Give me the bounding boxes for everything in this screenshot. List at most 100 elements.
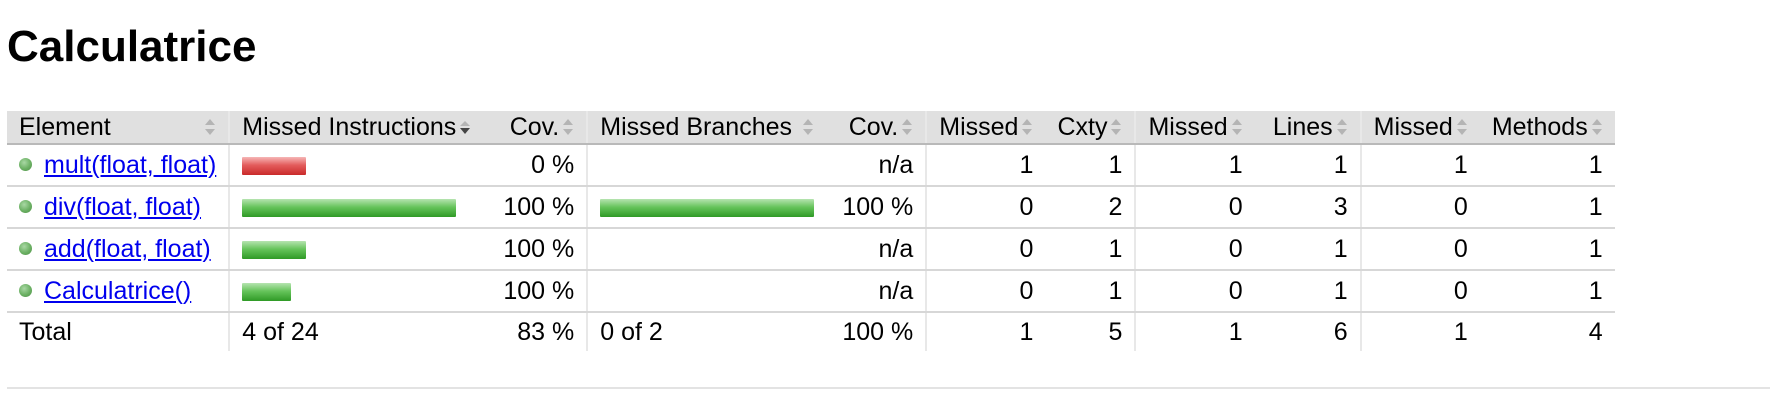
coverage-table: Element Missed Instructions Cov. Missed … xyxy=(7,111,1615,351)
total-missed-lines: 1 xyxy=(1134,312,1255,351)
header-element[interactable]: Element xyxy=(7,111,230,145)
header-cov-instructions[interactable]: Cov. xyxy=(483,111,588,145)
method-link[interactable]: div(float, float) xyxy=(44,193,201,221)
missed-lines: 0 xyxy=(1134,270,1255,313)
instructions-bar-cell xyxy=(228,144,484,187)
instructions-coverage-bar xyxy=(242,240,307,259)
missed-lines: 1 xyxy=(1134,144,1255,187)
method-link[interactable]: add(float, float) xyxy=(44,235,211,263)
header-cxty[interactable]: Cxty xyxy=(1045,111,1136,145)
branches-bar-cell xyxy=(586,228,827,271)
method-bullet-icon xyxy=(19,200,32,214)
cxty: 1 xyxy=(1045,228,1136,271)
method-bullet-icon xyxy=(19,242,32,256)
header-missed-cxty-label: Missed xyxy=(939,112,1019,141)
sort-arrows-icon xyxy=(1591,119,1602,135)
missed-cxty: 0 xyxy=(925,228,1046,271)
header-lines-label: Lines xyxy=(1272,112,1333,141)
method-bullet-icon xyxy=(19,284,32,298)
header-missed-branches-label: Missed Branches xyxy=(600,112,792,141)
sort-arrows-icon xyxy=(902,119,913,135)
total-cxty: 5 xyxy=(1108,317,1123,346)
header-missed-methods-label: Missed xyxy=(1373,112,1453,141)
table-row: div(float, float) 100 % 100 % 0 2 0 3 0 1 xyxy=(7,186,1615,229)
table-row: mult(float, float) 0 % n/a 1 1 1 1 1 1 xyxy=(7,144,1615,187)
element-cell: add(float, float) xyxy=(7,228,230,271)
cxty: 1 xyxy=(1045,144,1136,187)
missed-methods: 0 xyxy=(1359,270,1480,313)
instructions-bar-cell xyxy=(228,228,484,271)
missed-lines: 0 xyxy=(1134,186,1255,229)
table-total-row: Total 4 of 24 83 % 0 of 2 100 % 1 5 1 6 … xyxy=(7,312,1615,351)
missed-lines: 0 xyxy=(1134,228,1255,271)
lines: 3 xyxy=(1254,186,1361,229)
branches-coverage: n/a xyxy=(826,270,927,313)
element-cell: Calculatrice() xyxy=(7,270,230,313)
sort-arrows-icon xyxy=(1456,119,1467,135)
table-header-row: Element Missed Instructions Cov. Missed … xyxy=(7,111,1615,145)
header-cov-branches-label: Cov. xyxy=(848,112,899,141)
sort-arrows-icon xyxy=(803,119,814,135)
header-missed-methods[interactable]: Missed xyxy=(1359,111,1480,145)
instructions-bar-cell xyxy=(228,186,484,229)
instructions-coverage-bar xyxy=(242,198,457,217)
method-link[interactable]: Calculatrice() xyxy=(44,277,191,305)
header-missed-branches[interactable]: Missed Branches xyxy=(586,111,827,145)
branches-coverage: 100 % xyxy=(826,186,927,229)
page-title: Calculatrice xyxy=(7,22,257,71)
footer-divider xyxy=(7,387,1770,389)
instructions-coverage-bar xyxy=(242,282,292,301)
instructions-coverage: 100 % xyxy=(483,270,588,313)
total-instructions: 4 of 24 xyxy=(228,312,484,351)
missed-cxty: 0 xyxy=(925,186,1046,229)
missed-methods: 0 xyxy=(1359,228,1480,271)
branches-bar-cell xyxy=(586,144,827,187)
header-cov-branches[interactable]: Cov. xyxy=(826,111,927,145)
header-cov-instructions-label: Cov. xyxy=(509,112,560,141)
methods: 1 xyxy=(1479,144,1615,187)
header-missed-instructions[interactable]: Missed Instructions xyxy=(228,111,484,145)
header-lines[interactable]: Lines xyxy=(1254,111,1361,145)
method-link[interactable]: mult(float, float) xyxy=(44,151,216,179)
branches-coverage: n/a xyxy=(826,228,927,271)
missed-cxty: 0 xyxy=(925,270,1046,313)
sort-arrows-icon xyxy=(1231,119,1242,135)
instructions-coverage: 100 % xyxy=(483,228,588,271)
element-cell: mult(float, float) xyxy=(7,144,230,187)
instructions-coverage: 100 % xyxy=(483,186,588,229)
header-element-label: Element xyxy=(19,112,111,141)
table-body: mult(float, float) 0 % n/a 1 1 1 1 1 1 div(float,… xyxy=(7,144,1615,313)
header-cxty-label: Cxty xyxy=(1057,112,1108,141)
coverage-report-page: Calculatrice Element Missed Instructions… xyxy=(0,0,1770,402)
total-instructions-coverage: 83 % xyxy=(517,317,575,346)
lines: 1 xyxy=(1254,270,1361,313)
instructions-coverage-bar xyxy=(242,156,307,175)
header-methods-label: Methods xyxy=(1491,112,1588,141)
total-lines: 6 xyxy=(1333,317,1348,346)
sort-arrows-icon xyxy=(1336,119,1347,135)
total-missed-cxty: 1 xyxy=(925,312,1046,351)
header-methods[interactable]: Methods xyxy=(1479,111,1615,145)
total-branches: 0 of 2 xyxy=(586,312,827,351)
total-methods: 4 xyxy=(1588,317,1603,346)
cxty: 2 xyxy=(1045,186,1136,229)
branches-coverage-bar xyxy=(600,198,815,217)
lines: 1 xyxy=(1254,228,1361,271)
header-missed-lines[interactable]: Missed xyxy=(1134,111,1255,145)
cxty: 1 xyxy=(1045,270,1136,313)
header-missed-lines-label: Missed xyxy=(1148,112,1228,141)
instructions-coverage: 0 % xyxy=(483,144,588,187)
branches-bar-cell xyxy=(586,270,827,313)
sort-arrows-icon xyxy=(1022,119,1033,135)
missed-methods: 0 xyxy=(1359,186,1480,229)
total-branches-coverage: 100 % xyxy=(842,317,914,346)
table-row: Calculatrice() 100 % n/a 0 1 0 1 0 1 xyxy=(7,270,1615,313)
methods: 1 xyxy=(1479,186,1615,229)
sort-arrows-icon xyxy=(563,119,574,135)
header-missed-instructions-label: Missed Instructions xyxy=(242,112,457,141)
total-label: Total xyxy=(19,317,72,346)
methods: 1 xyxy=(1479,228,1615,271)
element-cell: div(float, float) xyxy=(7,186,230,229)
header-missed-cxty[interactable]: Missed xyxy=(925,111,1046,145)
table-row: add(float, float) 100 % n/a 0 1 0 1 0 1 xyxy=(7,228,1615,271)
